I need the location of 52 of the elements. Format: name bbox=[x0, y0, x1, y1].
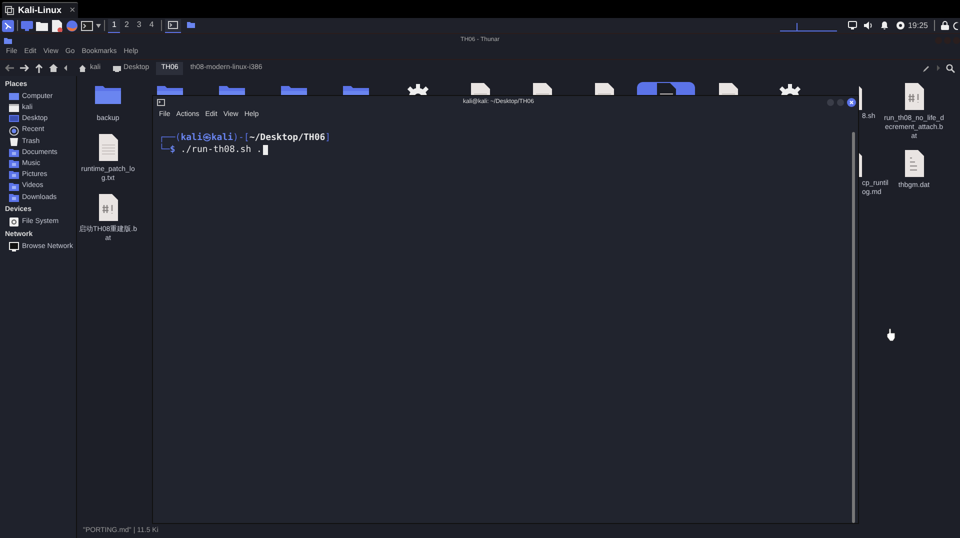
window-tab[interactable]: Kali-Linux × bbox=[2, 2, 78, 18]
folder-icon bbox=[9, 182, 19, 192]
caret-icon[interactable] bbox=[64, 65, 68, 71]
monitor-icon bbox=[9, 92, 19, 102]
menu-icon[interactable] bbox=[2, 20, 14, 32]
folder-icon bbox=[4, 36, 12, 44]
home-icon[interactable] bbox=[49, 64, 58, 72]
prompt-line: ┌──(kali㉿kali)-[~/Desktop/TH06] bbox=[159, 132, 331, 144]
tab-label: Kali-Linux bbox=[18, 4, 62, 17]
taskbar-button[interactable] bbox=[164, 18, 181, 32]
folder-icon bbox=[186, 20, 196, 30]
close-button[interactable]: × bbox=[70, 3, 76, 18]
terminal-icon bbox=[157, 98, 165, 106]
display-icon[interactable] bbox=[848, 21, 857, 30]
monitor-icon bbox=[9, 114, 19, 124]
scrollbar[interactable] bbox=[852, 132, 855, 523]
lock-icon[interactable] bbox=[941, 21, 949, 30]
drive-icon bbox=[9, 217, 19, 228]
up-icon[interactable] bbox=[35, 64, 43, 72]
trash-icon bbox=[9, 136, 19, 147]
monitor-icon bbox=[112, 64, 121, 72]
pencil-icon[interactable] bbox=[923, 64, 930, 72]
folder-icon bbox=[9, 170, 19, 180]
home-icon bbox=[79, 64, 87, 72]
folder-icon bbox=[9, 148, 19, 158]
globe-icon[interactable] bbox=[66, 20, 78, 32]
document-icon[interactable] bbox=[51, 20, 63, 32]
mouse-pointer-icon bbox=[887, 328, 896, 341]
window-icon bbox=[5, 6, 14, 15]
search-icon[interactable] bbox=[946, 64, 955, 72]
clock-icon bbox=[9, 126, 19, 136]
workspace-button[interactable]: 2 bbox=[120, 18, 133, 32]
forward-icon[interactable] bbox=[20, 64, 29, 72]
caret-icon[interactable] bbox=[96, 24, 101, 28]
network-icon bbox=[9, 242, 19, 252]
folder-icon bbox=[9, 103, 19, 114]
back-icon[interactable] bbox=[5, 64, 14, 72]
monitor-icon[interactable] bbox=[21, 20, 33, 32]
terminal-icon[interactable] bbox=[81, 20, 93, 32]
bell-icon[interactable] bbox=[880, 21, 889, 30]
folder-icon bbox=[9, 159, 19, 170]
workspace-button[interactable]: 3 bbox=[132, 18, 146, 32]
close-button[interactable] bbox=[847, 98, 856, 106]
workspace-button[interactable]: 1 bbox=[108, 18, 120, 32]
prompt-line: └─$ ./run-th08.sh . bbox=[159, 144, 268, 156]
workspace-button[interactable]: 4 bbox=[145, 18, 158, 32]
clock[interactable]: 19:25 bbox=[908, 20, 928, 32]
power-icon[interactable] bbox=[896, 21, 905, 30]
folder-icon bbox=[9, 192, 19, 203]
terminal-icon bbox=[168, 20, 178, 30]
volume-icon[interactable] bbox=[864, 21, 873, 30]
power-icon[interactable] bbox=[952, 21, 958, 30]
